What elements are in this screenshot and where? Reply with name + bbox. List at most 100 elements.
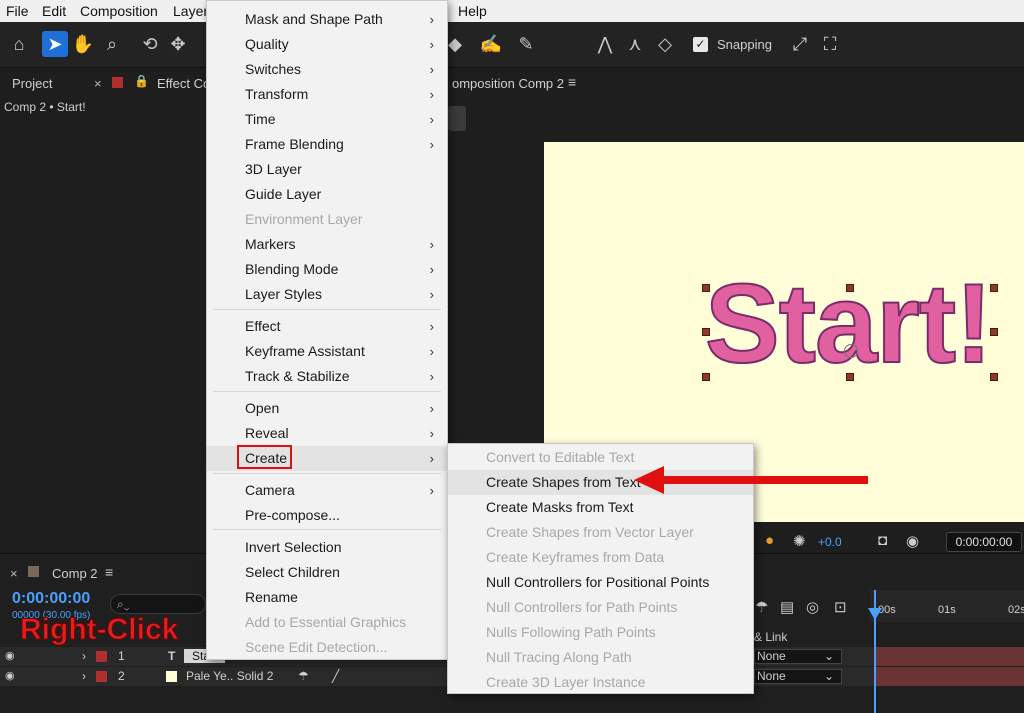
menu-help[interactable]: Help	[458, 3, 487, 19]
axis-local-icon[interactable]: ⋀	[592, 31, 618, 57]
layer-menu-item[interactable]: Guide Layer	[207, 182, 447, 207]
expand-chevron-icon[interactable]: ›	[82, 649, 86, 663]
layer-menu-item[interactable]: Frame Blending ›	[207, 132, 447, 157]
orbit-tool-icon[interactable]: ⟲	[137, 31, 163, 57]
panel-menu-icon[interactable]: ≡	[105, 564, 113, 580]
layer-menu-item-label: Transform	[245, 86, 309, 102]
shy-switch-icon[interactable]: ☂	[298, 669, 309, 683]
create-submenu-item[interactable]: Create Masks from Text	[448, 495, 753, 520]
layer-search-input[interactable]: ⌕⌄	[110, 594, 206, 614]
label-color-swatch	[96, 671, 107, 682]
layer-menu-item[interactable]: Keyframe Assistant ›	[207, 339, 447, 364]
transform-handle[interactable]	[846, 284, 854, 292]
home-icon[interactable]: ⌂	[6, 31, 32, 57]
layer-menu-item[interactable]: Camera ›	[207, 478, 447, 503]
close-tab-icon[interactable]: ×	[10, 566, 18, 581]
eye-icon[interactable]: ◉	[5, 649, 15, 662]
exposure-value[interactable]: +0.0	[818, 535, 842, 549]
chevron-down-icon[interactable]: ⌄	[824, 669, 834, 683]
layer-menu-item[interactable]: Quality ›	[207, 32, 447, 57]
layer-menu-item[interactable]: Switches ›	[207, 57, 447, 82]
layer-menu-item[interactable]: Effect ›	[207, 314, 447, 339]
selection-tool-icon[interactable]: ➤	[42, 31, 68, 57]
layer-menu-item[interactable]: Layer Styles ›	[207, 282, 447, 307]
viewer-dropdown[interactable]	[448, 106, 466, 131]
layer-menu-item[interactable]: Mask and Shape Path ›	[207, 7, 447, 32]
transform-handle[interactable]	[990, 328, 998, 336]
layer-menu-item[interactable]: Rename	[207, 585, 447, 610]
frame-blending-icon[interactable]: ▤	[780, 598, 794, 616]
snap-expand-icon[interactable]: ⤢	[787, 31, 813, 57]
layer-menu-item[interactable]: Transform ›	[207, 82, 447, 107]
motion-blur-icon[interactable]: ◎	[806, 598, 819, 616]
layer-menu-item: Add to Essential Graphics	[207, 610, 447, 635]
zoom-tool-icon[interactable]: ⌕	[99, 31, 125, 57]
submenu-chevron-icon: ›	[429, 369, 434, 384]
channels-icon[interactable]: ●	[765, 532, 774, 549]
quality-switch-icon[interactable]: ╱	[332, 669, 339, 683]
layer-menu-item[interactable]: Create ›	[207, 446, 447, 471]
layer-menu-item[interactable]: Markers ›	[207, 232, 447, 257]
menu-file[interactable]: File	[6, 3, 29, 19]
solid-layer-icon	[166, 671, 177, 682]
layer-menu-item-label: Rename	[245, 589, 298, 605]
layer-menu-item[interactable]: Open ›	[207, 396, 447, 421]
snapping-checkbox[interactable]: ✓	[693, 37, 708, 52]
layer-duration-bar[interactable]	[876, 647, 1024, 666]
close-tab-icon[interactable]: ×	[94, 76, 102, 91]
menu-composition[interactable]: Composition	[80, 3, 158, 19]
transform-handle[interactable]	[702, 284, 710, 292]
axis-view-icon[interactable]: ◇	[652, 31, 678, 57]
snapping-label: Snapping	[717, 37, 772, 52]
layer-menu-item-label: Environment Layer	[245, 211, 363, 227]
layer-menu-item[interactable]: Time ›	[207, 107, 447, 132]
create-submenu-item[interactable]: Null Controllers for Positional Points	[448, 570, 753, 595]
hand-tool-icon[interactable]: ✋	[70, 31, 96, 57]
transform-handle[interactable]	[702, 328, 710, 336]
chevron-down-icon[interactable]: ⌄	[824, 649, 834, 663]
viewer-timecode[interactable]: 0:00:00:00	[946, 532, 1022, 552]
menu-layer[interactable]: Layer	[173, 3, 208, 19]
layer-menu-item[interactable]: Blending Mode ›	[207, 257, 447, 282]
canvas-text-layer[interactable]: Start!	[704, 263, 993, 385]
layer-menu-item[interactable]: 3D Layer	[207, 157, 447, 182]
layer-menu-item-label: Pre-compose...	[245, 507, 340, 523]
snap-options-icon[interactable]: ⛶	[817, 31, 843, 57]
layer-menu-item-label: Scene Edit Detection...	[245, 639, 388, 655]
eye-icon[interactable]: ◉	[5, 669, 15, 682]
create-submenu-item-label: Null Tracing Along Path	[486, 649, 632, 665]
transform-handle[interactable]	[990, 373, 998, 381]
layer-menu-item[interactable]: Invert Selection	[207, 535, 447, 560]
submenu-chevron-icon: ›	[429, 12, 434, 27]
pan-tool-icon[interactable]: ✥	[165, 31, 191, 57]
layer-menu-item[interactable]: Select Children	[207, 560, 447, 585]
layer-menu-item-label: Switches	[245, 61, 302, 77]
tab-project[interactable]: Project	[12, 76, 52, 91]
layer-menu-item[interactable]: Reveal ›	[207, 421, 447, 446]
timeline-comp-title[interactable]: Comp 2	[52, 566, 98, 581]
layer-menu-item[interactable]: Track & Stabilize ›	[207, 364, 447, 389]
anchor-point-icon[interactable]	[844, 344, 858, 358]
graph-editor-icon[interactable]: ⊡	[834, 598, 847, 616]
show-snapshot-icon[interactable]: ◉	[906, 532, 919, 550]
puppet-pin-icon[interactable]: ✎	[513, 31, 539, 57]
layer-duration-bar[interactable]	[876, 667, 1024, 686]
transform-handle[interactable]	[702, 373, 710, 381]
draft-3d-icon[interactable]: ☂	[755, 598, 768, 616]
exposure-icon[interactable]: ✺	[793, 532, 806, 550]
tab-composition[interactable]: omposition Comp 2	[452, 76, 564, 91]
timeline-timecode[interactable]: 0:00:00:00	[12, 590, 90, 608]
submenu-chevron-icon: ›	[429, 401, 434, 416]
axis-world-icon[interactable]: ⋏	[622, 31, 648, 57]
transform-handle[interactable]	[846, 373, 854, 381]
expand-chevron-icon[interactable]: ›	[82, 669, 86, 683]
layer-name[interactable]: Pale Ye.. Solid 2	[186, 669, 273, 683]
menu-edit[interactable]: Edit	[42, 3, 66, 19]
transform-handle[interactable]	[990, 284, 998, 292]
camera-snapshot-icon[interactable]: ◘	[878, 532, 887, 549]
panel-menu-icon[interactable]: ≡	[568, 74, 576, 90]
roto-brush-icon[interactable]: ✍	[478, 31, 504, 57]
layer-menu-item[interactable]: Pre-compose...	[207, 503, 447, 528]
lock-icon[interactable]: 🔒	[134, 74, 149, 88]
tab-effect-controls[interactable]: Effect Co	[157, 76, 210, 91]
